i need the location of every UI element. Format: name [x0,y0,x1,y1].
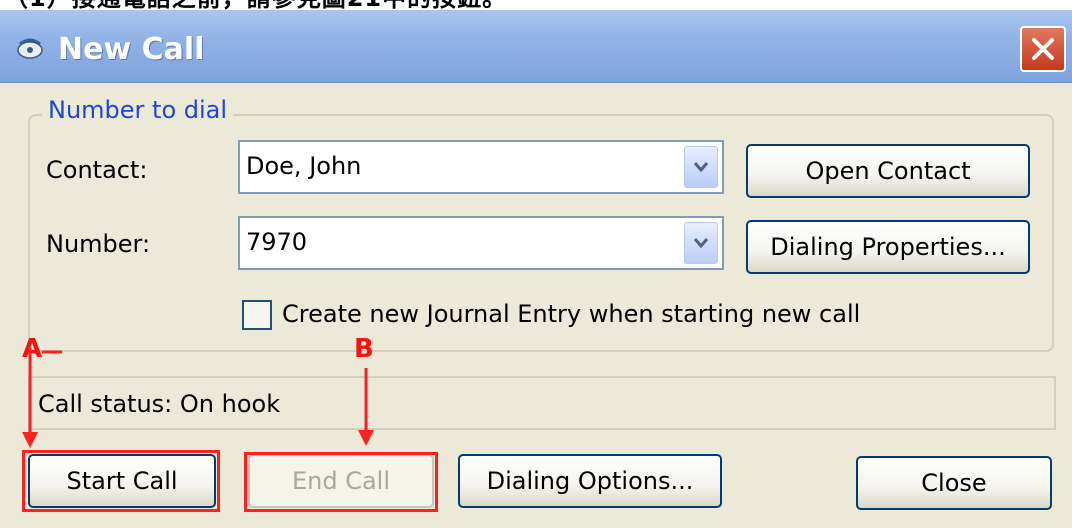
journal-entry-label[interactable]: Create new Journal Entry when starting n… [282,300,860,328]
journal-entry-checkbox[interactable] [242,300,272,330]
window-title: New Call [58,32,205,67]
annotation-label-a: A [22,334,43,364]
new-call-dialog: （1）接通電話之前，請參見圖21中的按鈕。 New Call Number to… [0,0,1072,528]
number-combobox[interactable]: 7970 [238,216,724,270]
contact-value: Doe, John [246,152,362,180]
window-close-button[interactable] [1020,26,1066,72]
title-bar[interactable]: New Call [0,10,1072,83]
number-value: 7970 [246,228,308,256]
number-dropdown-button[interactable] [684,222,718,264]
annotation-b-arrowhead [358,430,374,446]
document-header-strip: （1）接通電話之前，請參見圖21中的按鈕。 [0,0,1072,10]
annotation-a-arrowhead [22,432,38,448]
dialing-options-button[interactable]: Dialing Options... [458,454,722,508]
close-button[interactable]: Close [856,456,1052,510]
end-call-button: End Call [248,454,434,508]
start-call-button[interactable]: Start Call [28,454,216,508]
document-header-text: （1）接通電話之前，請參見圖21中的按鈕。 [4,0,507,10]
phone-icon [16,38,44,60]
dialing-properties-button[interactable]: Dialing Properties... [746,220,1030,274]
contact-dropdown-button[interactable] [684,146,718,188]
group-legend: Number to dial [42,96,234,124]
number-label: Number: [46,230,151,258]
contact-combobox[interactable]: Doe, John [238,140,724,194]
annotation-label-b: B [354,334,374,364]
open-contact-button[interactable]: Open Contact [746,144,1030,198]
contact-label: Contact: [46,156,148,184]
call-status-text: Call status: On hook [38,390,281,418]
